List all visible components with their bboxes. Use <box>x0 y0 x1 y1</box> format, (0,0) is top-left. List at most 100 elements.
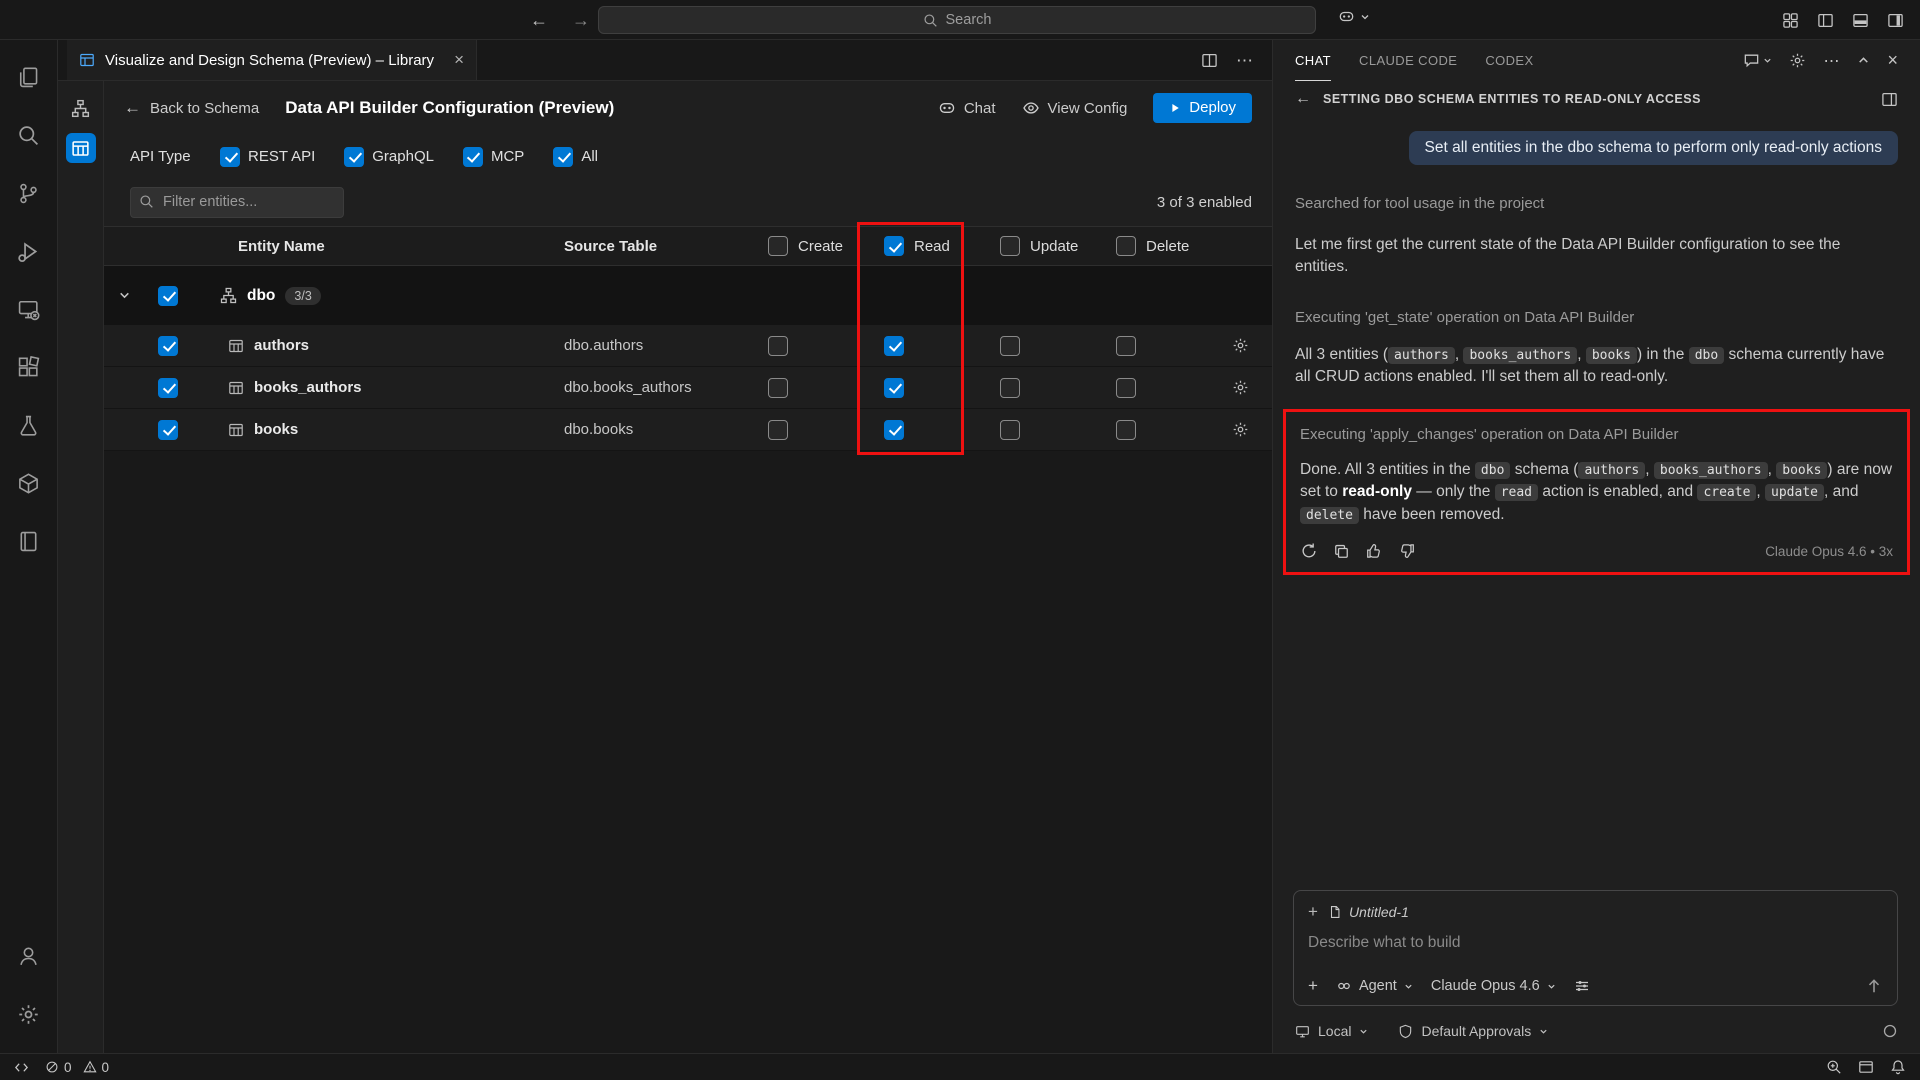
explorer-icon[interactable] <box>0 48 58 106</box>
customize-layout-icon[interactable] <box>1782 12 1799 29</box>
search-sidebar-icon[interactable] <box>0 106 58 164</box>
tab-claude-code[interactable]: CLAUDE CODE <box>1359 40 1457 81</box>
thumbs-down-icon[interactable] <box>1398 542 1416 560</box>
remote-explorer-icon[interactable] <box>0 280 58 338</box>
model-picker-dropdown[interactable]: Claude Opus 4.6 <box>1431 978 1556 994</box>
approvals-dropdown[interactable]: Default Approvals <box>1398 1023 1548 1039</box>
view-config-button[interactable]: View Config <box>1022 99 1128 117</box>
row-select-checkbox[interactable] <box>158 420 178 440</box>
delete-checkbox[interactable] <box>1116 336 1136 356</box>
testing-icon[interactable] <box>0 396 58 454</box>
create-checkbox[interactable] <box>768 420 788 440</box>
create-checkbox[interactable] <box>768 378 788 398</box>
source-control-icon[interactable] <box>0 164 58 222</box>
collapse-chevron-icon[interactable] <box>104 289 144 302</box>
graphql-checkbox[interactable] <box>344 147 364 167</box>
chat-more-actions-icon[interactable]: ⋯ <box>1823 51 1840 71</box>
extensions-icon[interactable] <box>0 338 58 396</box>
filter-entities-input[interactable] <box>130 187 344 218</box>
row-select-checkbox[interactable] <box>158 378 178 398</box>
read-checkbox[interactable] <box>884 420 904 440</box>
problems-indicator[interactable]: 0 0 <box>45 1060 109 1075</box>
settings-gear-icon[interactable] <box>0 985 58 1043</box>
chat-settings-gear-icon[interactable] <box>1789 52 1806 69</box>
toggle-sidebar-icon[interactable] <box>1817 12 1834 29</box>
delete-all-checkbox[interactable] <box>1116 236 1136 256</box>
search-icon <box>923 13 938 28</box>
rest-api-label: REST API <box>248 148 315 165</box>
attach-icon[interactable]: + <box>1308 976 1318 996</box>
read-checkbox[interactable] <box>884 378 904 398</box>
account-icon[interactable] <box>0 927 58 985</box>
api-builder-view-icon[interactable] <box>66 133 96 163</box>
environment-dropdown[interactable]: Local <box>1295 1023 1368 1039</box>
tab-chat[interactable]: CHAT <box>1295 40 1331 81</box>
chat-button[interactable]: Chat <box>938 99 996 117</box>
tools-sliders-icon[interactable] <box>1574 978 1590 994</box>
maximize-panel-icon[interactable] <box>1857 54 1870 67</box>
all-checkbox[interactable] <box>553 147 573 167</box>
tab-visualize-schema[interactable]: Visualize and Design Schema (Preview) – … <box>67 40 477 80</box>
read-checkbox[interactable] <box>884 336 904 356</box>
forward-arrow-icon[interactable]: → <box>572 10 590 31</box>
approvals-label: Default Approvals <box>1421 1023 1531 1039</box>
table-icon <box>228 422 244 438</box>
read-all-checkbox[interactable] <box>884 236 904 256</box>
schema-select-checkbox[interactable] <box>158 286 178 306</box>
tab-codex[interactable]: CODEX <box>1485 40 1533 81</box>
split-editor-icon[interactable] <box>1201 52 1218 69</box>
command-center-search[interactable]: Search <box>598 6 1316 34</box>
tool-exec-get-state: Executing 'get_state' operation on Data … <box>1295 309 1898 326</box>
update-checkbox[interactable] <box>1000 420 1020 440</box>
rest-api-checkbox[interactable] <box>220 147 240 167</box>
copilot-menu-button[interactable] <box>1338 8 1370 25</box>
thumbs-up-icon[interactable] <box>1365 542 1383 560</box>
entity-settings-gear-icon[interactable] <box>1218 337 1272 354</box>
create-all-checkbox[interactable] <box>768 236 788 256</box>
model-label: Claude Opus 4.6 <box>1431 978 1540 994</box>
mcp-checkbox[interactable] <box>463 147 483 167</box>
copy-icon[interactable] <box>1333 543 1350 560</box>
schema-designer-view-icon[interactable] <box>66 93 96 123</box>
close-panel-icon[interactable]: × <box>1887 50 1898 71</box>
copilot-icon <box>1338 8 1355 25</box>
toggle-panel-icon[interactable] <box>1852 12 1869 29</box>
tab-close-icon[interactable]: × <box>454 50 464 70</box>
notebook-icon[interactable] <box>0 512 58 570</box>
update-checkbox[interactable] <box>1000 378 1020 398</box>
delete-checkbox[interactable] <box>1116 378 1136 398</box>
remote-window-icon[interactable] <box>14 1060 29 1075</box>
run-debug-icon[interactable] <box>0 222 58 280</box>
toggle-secondary-sidebar-icon[interactable] <box>1887 12 1904 29</box>
context-chip[interactable]: Untitled-1 <box>1328 904 1409 920</box>
session-back-icon[interactable]: ← <box>1295 90 1311 108</box>
notifications-bell-icon[interactable] <box>1890 1059 1906 1075</box>
chat-input-box[interactable]: + Untitled-1 + Agent Claude Opus 4.6 <box>1293 890 1898 1006</box>
add-context-icon[interactable]: + <box>1308 902 1318 922</box>
entity-settings-gear-icon[interactable] <box>1218 421 1272 438</box>
update-checkbox[interactable] <box>1000 336 1020 356</box>
open-in-editor-icon[interactable] <box>1881 91 1898 108</box>
col-delete: Delete <box>1146 238 1189 255</box>
chat-prompt-input[interactable] <box>1308 934 1883 952</box>
send-icon[interactable] <box>1865 977 1883 995</box>
session-title: SETTING DBO SCHEMA ENTITIES TO READ-ONLY… <box>1323 92 1701 106</box>
agent-mode-dropdown[interactable]: Agent <box>1336 978 1413 994</box>
deploy-button[interactable]: Deploy <box>1153 93 1252 123</box>
session-progress-icon[interactable] <box>1882 1023 1898 1039</box>
back-arrow-icon[interactable]: ← <box>530 10 548 31</box>
row-select-checkbox[interactable] <box>158 336 178 356</box>
back-to-schema-button[interactable]: ← Back to Schema <box>124 98 259 118</box>
browser-window-icon[interactable] <box>1858 1059 1874 1075</box>
zoom-in-icon[interactable] <box>1826 1059 1842 1075</box>
entity-settings-gear-icon[interactable] <box>1218 379 1272 396</box>
update-all-checkbox[interactable] <box>1000 236 1020 256</box>
create-checkbox[interactable] <box>768 336 788 356</box>
package-cube-icon[interactable] <box>0 454 58 512</box>
more-actions-icon[interactable]: ⋯ <box>1236 51 1254 71</box>
assistant-paragraph: All 3 entities (authors, books_authors, … <box>1295 344 1898 389</box>
warning-icon <box>83 1060 97 1074</box>
retry-icon[interactable] <box>1300 542 1318 560</box>
delete-checkbox[interactable] <box>1116 420 1136 440</box>
new-chat-dropdown[interactable] <box>1743 52 1772 69</box>
